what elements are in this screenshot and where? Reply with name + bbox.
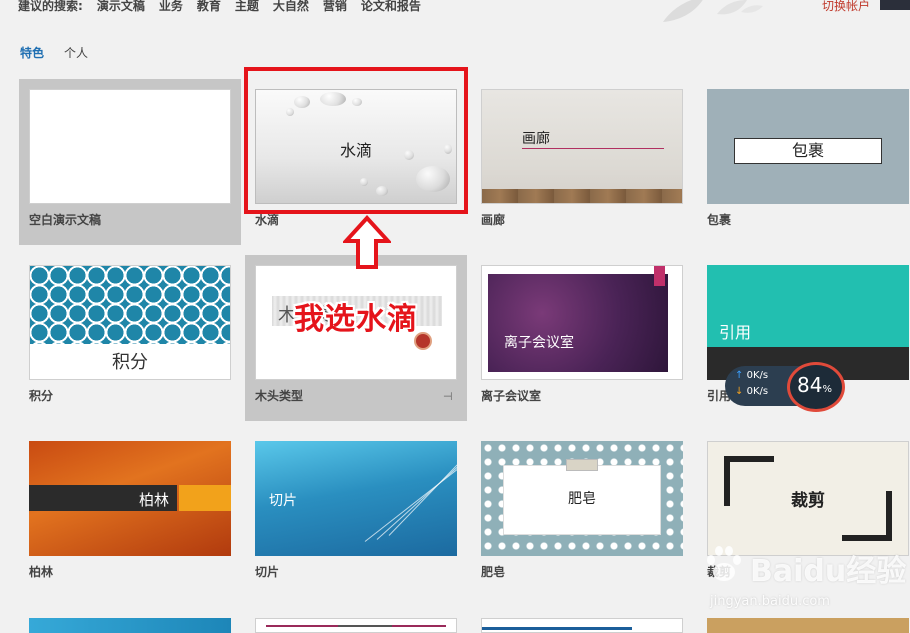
template-thumb-berlin[interactable]: 柏林 xyxy=(29,441,231,556)
suggestion-presentations[interactable]: 演示文稿 xyxy=(97,0,145,13)
suggested-searches-label: 建议的搜索: xyxy=(18,0,83,13)
suggestion-business[interactable]: 业务 xyxy=(159,0,183,13)
gallery-thumb-title: 画廊 xyxy=(522,131,550,147)
template-caption-soap: 肥皂 xyxy=(481,565,506,579)
watermark-logo: Baidu经验 xyxy=(750,554,907,589)
tab-personal[interactable]: 个人 xyxy=(64,46,88,60)
template-thumb-slice[interactable]: 切片 xyxy=(255,441,457,556)
crop-thumb-title: 裁剪 xyxy=(791,491,825,511)
avatar[interactable] xyxy=(880,0,910,10)
soap-thumb-title: 肥皂 xyxy=(568,491,596,507)
baidu-watermark: Baidu经验 jingyan.baidu.com xyxy=(690,536,910,633)
selection-annotation-box xyxy=(244,67,468,214)
template-caption-blank: 空白演示文稿 xyxy=(29,213,102,227)
suggestion-nature[interactable]: 大自然 xyxy=(273,0,309,13)
template-thumb-parcel[interactable]: 包裹 xyxy=(707,89,909,204)
parcel-thumb-title: 包裹 xyxy=(734,138,882,164)
template-caption-ion: 离子会议室 xyxy=(481,389,542,403)
integral-thumb-title: 积分 xyxy=(112,352,148,373)
upload-speed: ↑ 0K/s xyxy=(735,370,769,381)
template-thumb-soap[interactable]: 肥皂 xyxy=(481,441,683,556)
suggestion-marketing[interactable]: 营销 xyxy=(323,0,347,13)
pin-icon[interactable]: ⊣ xyxy=(443,390,453,403)
leaf-decoration-icon xyxy=(663,0,763,22)
memory-percent: 84% xyxy=(797,373,832,397)
watermark-url: jingyan.baidu.com xyxy=(710,594,830,609)
up-arrow-icon xyxy=(343,215,391,269)
template-thumb-integral[interactable]: 积分 xyxy=(29,265,231,380)
suggestion-education[interactable]: 教育 xyxy=(197,0,221,13)
suggestion-themes[interactable]: 主题 xyxy=(235,0,259,13)
template-thumb-gallery[interactable]: 画廊 xyxy=(481,89,683,204)
annotation-text: 我选水滴 xyxy=(294,302,418,337)
slice-thumb-title: 切片 xyxy=(269,493,297,509)
paw-logo-icon xyxy=(707,546,741,581)
berlin-thumb-title: 柏林 xyxy=(139,491,170,509)
template-thumb-ion[interactable]: 离子会议室 xyxy=(481,265,683,380)
quote-thumb-title: 引用 xyxy=(719,323,752,342)
network-speed-widget[interactable]: ↑ 0K/s ↓ 0K/s 84% xyxy=(725,362,847,412)
download-speed: ↓ 0K/s xyxy=(735,386,769,397)
template-tabs: 特色 个人 xyxy=(20,44,108,61)
tab-featured[interactable]: 特色 xyxy=(20,46,44,60)
ion-thumb-title: 离子会议室 xyxy=(504,335,574,351)
template-caption-wood: 木头类型 xyxy=(255,389,304,403)
suggested-searches: 建议的搜索: 演示文稿 业务 教育 主题 大自然 营销 论文和报告 xyxy=(18,0,435,14)
suggestion-papers-reports[interactable]: 论文和报告 xyxy=(361,0,421,13)
top-bar: 建议的搜索: 演示文稿 业务 教育 主题 大自然 营销 论文和报告 切换帐户 xyxy=(0,0,910,22)
template-caption-parcel: 包裹 xyxy=(707,213,732,227)
template-thumb-partial-1[interactable] xyxy=(29,618,231,633)
template-caption-berlin: 柏林 xyxy=(29,565,54,579)
template-thumb-partial-3[interactable] xyxy=(481,618,683,633)
template-caption-integral: 积分 xyxy=(29,389,54,403)
switch-account-link[interactable]: 切换帐户 xyxy=(822,0,870,14)
template-thumb-blank[interactable] xyxy=(29,89,231,204)
template-caption-slice: 切片 xyxy=(255,565,280,579)
template-caption-gallery: 画廊 xyxy=(481,213,506,227)
template-thumb-partial-2[interactable] xyxy=(255,618,457,633)
